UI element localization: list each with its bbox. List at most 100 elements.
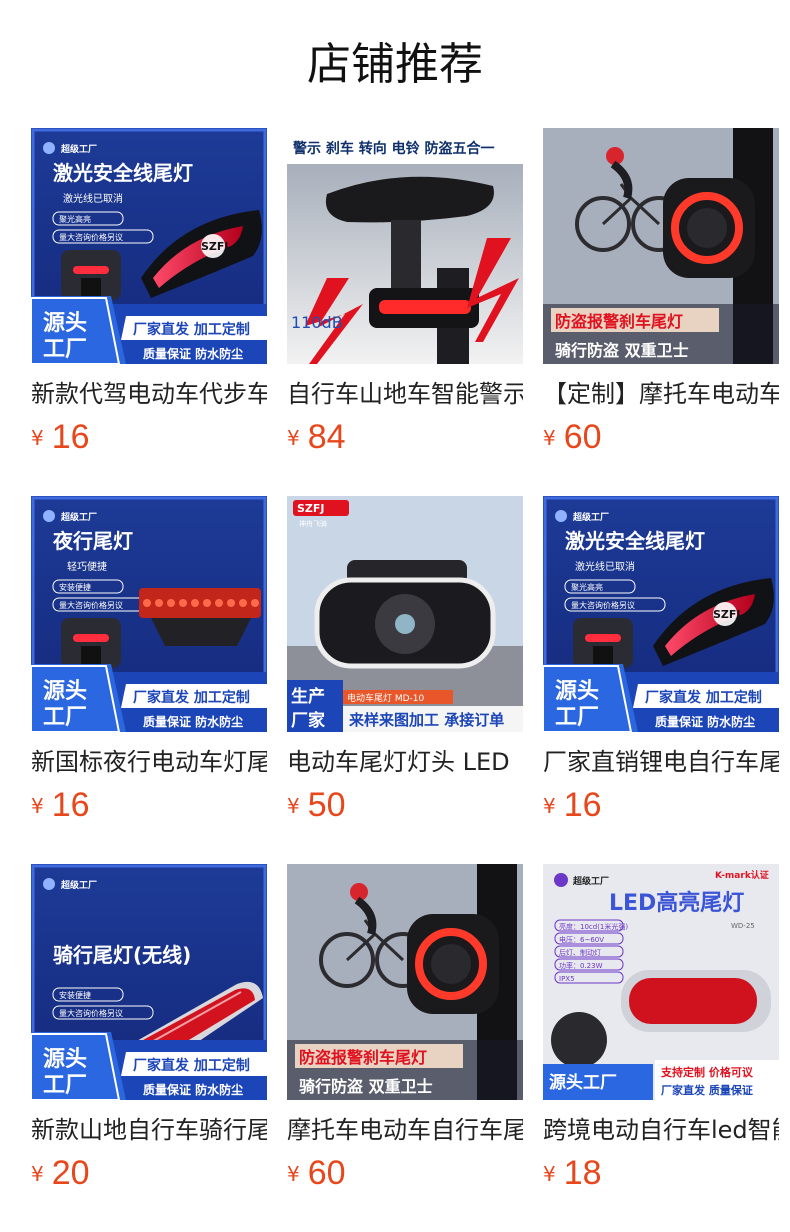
product-photo: 超级工厂骑行尾灯(无线) 安装便捷量大咨询价格另议源头工厂 厂家直发 加工定制质量保…	[31, 864, 267, 1100]
image-text: 工厂	[43, 337, 87, 362]
image-text: SZFJ	[201, 240, 229, 253]
image-text: 厂家直发 质量保证	[661, 1083, 753, 1097]
product-title[interactable]: 【定制】摩托车电动车尾灯	[543, 376, 779, 412]
price-amount: 60	[307, 1154, 346, 1192]
image-text: 防盗报警刹车尾灯	[299, 1048, 427, 1067]
product-image[interactable]: SZFJ 神舟飞骑 生产 厂家 电动车尾灯 MD-10 来样来图加工 承接订单	[287, 496, 523, 732]
image-text: 源头工厂	[549, 1072, 617, 1093]
image-text: 防盗报警刹车尾灯	[555, 312, 683, 331]
product-price: ¥20	[31, 1154, 90, 1194]
image-text: 厂家直发 加工定制	[133, 689, 250, 706]
image-text: 警示 刹车 转向 电铃 防盗五合一	[293, 140, 495, 157]
store-recommendations: 店铺推荐 超级工厂 激光安全线尾灯 激光线已取消 聚光高亮 量大咨询价格另议 SZFJ 源头…	[0, 0, 790, 1232]
image-text: 聚光高亮	[59, 214, 91, 224]
image-text: 质量保证 防水防尘	[143, 346, 243, 361]
product-image[interactable]: 警示 刹车 转向 电铃 防盗五合一 110dB	[287, 128, 523, 364]
image-text: 骑行防盗 双重卫士	[299, 1077, 433, 1096]
image-text: 质量保证 防水防尘	[655, 714, 755, 729]
image-text: 厂家	[291, 710, 325, 731]
image-text: 超级工厂	[60, 879, 97, 891]
image-text: 后灯、制动灯	[559, 948, 601, 957]
product-image[interactable]: 超级工厂 激光安全线尾灯 激光线已取消 聚光高亮 量大咨询价格另议 SZFJ 源头 工厂 厂家直…	[31, 128, 267, 364]
product-title[interactable]: 自行车山地车智能警示尾灯	[287, 376, 523, 412]
currency-symbol: ¥	[543, 425, 556, 450]
image-text: 超级工厂	[572, 511, 609, 523]
currency-symbol: ¥	[287, 425, 300, 450]
image-text: 激光安全线尾灯	[565, 529, 705, 553]
currency-symbol: ¥	[543, 793, 556, 818]
image-text: 安装便捷	[59, 990, 91, 1000]
product-card[interactable]: 防盗报警刹车尾灯骑行防盗 双重卫士【定制】摩托车电动车尾灯 ¥60	[543, 128, 779, 496]
product-image[interactable]: 超级工厂 骑行尾灯(无线) 安装便捷 量大咨询价格另议 源头 工厂 厂家直发 加工定制 质量保…	[31, 864, 267, 1100]
currency-symbol: ¥	[287, 1161, 300, 1186]
image-text: 聚光高亮	[571, 582, 603, 592]
image-text: 源头	[555, 679, 599, 704]
image-text: 骑行防盗 双重卫士	[555, 341, 689, 360]
image-text: 激光安全线尾灯	[53, 161, 193, 185]
product-image[interactable]: 超级工厂 激光安全线尾灯 激光线已取消 聚光高亮 量大咨询价格另议 SZFJ 源头 工厂 厂家直…	[543, 496, 779, 732]
product-title[interactable]: 新款代驾电动车代步车激光安全线尾灯	[31, 376, 267, 412]
image-text: WD-25	[731, 922, 755, 930]
product-price: ¥16	[31, 418, 90, 458]
product-image[interactable]: 防盗报警刹车尾灯 骑行防盗 双重卫士	[543, 128, 779, 364]
product-photo: SZFJ 神舟飞骑生产厂家 电动车尾灯 MD-10 来样来图加工 承接订单	[287, 496, 523, 732]
product-card[interactable]: 超级工厂 激光安全线尾灯 激光线已取消 聚光高亮 量大咨询价格另议 SZFJ 源头 工厂 厂家直…	[543, 496, 779, 864]
image-text: 电动车尾灯 MD-10	[347, 692, 425, 704]
product-title[interactable]: 厂家直销锂电自行车尾灯	[543, 744, 779, 780]
image-text: 量大咨询价格另议	[59, 600, 123, 610]
image-text: 超级工厂	[60, 143, 97, 155]
image-text: 工厂	[43, 1073, 87, 1098]
product-price: ¥16	[31, 786, 90, 826]
product-title[interactable]: 新国标夜行电动车灯尾灯	[31, 744, 267, 780]
product-card[interactable]: 超级工厂 激光安全线尾灯 激光线已取消 聚光高亮 量大咨询价格另议 SZFJ 源头 工厂 厂家直…	[31, 128, 267, 496]
image-text: 源头	[43, 1047, 87, 1072]
product-price: ¥60	[287, 1154, 346, 1194]
image-text: 生产	[291, 686, 325, 707]
product-card[interactable]: 超级工厂 夜行尾灯 轻巧便捷 安装便捷 量大咨询价格另议 源头 工厂 厂家直发 加工定制 质量保…	[31, 496, 267, 864]
image-text: 源头	[43, 679, 87, 704]
price-amount: 18	[563, 1154, 602, 1192]
image-text: 激光线已取消	[575, 560, 635, 573]
image-text: 量大咨询价格另议	[571, 600, 635, 610]
image-text: 工厂	[43, 705, 87, 730]
product-image[interactable]: 防盗报警刹车尾灯 骑行防盗 双重卫士	[287, 864, 523, 1100]
product-price: ¥84	[287, 418, 346, 458]
product-card[interactable]: 超级工厂 骑行尾灯(无线) 安装便捷 量大咨询价格另议 源头 工厂 厂家直发 加工定制 质量保…	[31, 864, 267, 1232]
product-title[interactable]: 摩托车电动车自行车尾灯	[287, 1112, 523, 1148]
product-photo: 防盗报警刹车尾灯骑行防盗 双重卫士	[287, 864, 523, 1100]
product-card[interactable]: 超级工厂 K-mark认证 LED高亮尾灯 WD-25 亮度：10cd(1米光强) 电压：…	[543, 864, 779, 1232]
product-image[interactable]: 超级工厂 K-mark认证 LED高亮尾灯 WD-25 亮度：10cd(1米光强) 电压：…	[543, 864, 779, 1100]
image-text: 量大咨询价格另议	[59, 1008, 123, 1018]
section-title: 店铺推荐	[307, 39, 483, 90]
image-text: 支持定制 价格可议	[660, 1065, 754, 1079]
product-photo: 防盗报警刹车尾灯骑行防盗 双重卫士	[543, 128, 779, 364]
image-text: 安装便捷	[59, 582, 91, 592]
product-price: ¥50	[287, 786, 346, 826]
image-text: 超级工厂	[572, 875, 609, 887]
image-text: 厂家直发 加工定制	[645, 689, 762, 706]
currency-symbol: ¥	[31, 793, 44, 818]
currency-symbol: ¥	[287, 793, 300, 818]
product-title[interactable]: 电动车尾灯灯头 LED	[287, 744, 523, 780]
product-image[interactable]: 超级工厂 夜行尾灯 轻巧便捷 安装便捷 量大咨询价格另议 源头 工厂 厂家直发 加工定制 质量保…	[31, 496, 267, 732]
product-price: ¥16	[543, 786, 602, 826]
image-text: LED高亮尾灯	[609, 890, 744, 916]
product-grid: 超级工厂 激光安全线尾灯 激光线已取消 聚光高亮 量大咨询价格另议 SZFJ 源头 工厂 厂家直…	[31, 128, 779, 1232]
product-card[interactable]: SZFJ 神舟飞骑 生产 厂家 电动车尾灯 MD-10 来样来图加工 承接订单 电动车尾灯灯…	[287, 496, 523, 864]
image-text: SZFJ	[713, 608, 741, 621]
product-photo: 超级工厂激光安全线尾灯激光线已取消聚光高亮量大咨询价格另议 SZFJ 源头工厂 厂家直…	[543, 496, 779, 732]
product-price: ¥18	[543, 1154, 602, 1194]
product-card[interactable]: 防盗报警刹车尾灯骑行防盗 双重卫士摩托车电动车自行车尾灯 ¥60	[287, 864, 523, 1232]
price-amount: 60	[563, 418, 602, 456]
image-text: 夜行尾灯	[52, 529, 133, 553]
product-title[interactable]: 跨境电动自行车led智能尾灯	[543, 1112, 779, 1148]
currency-symbol: ¥	[31, 1161, 44, 1186]
image-text: SZFJ	[297, 502, 325, 515]
image-text: K-mark认证	[715, 869, 769, 881]
product-photo: 超级工厂 K-mark认证 LED高亮尾灯 WD-25 亮度：10cd(1米光强) 电压：…	[543, 864, 779, 1100]
price-amount: 16	[51, 418, 90, 456]
product-card[interactable]: 警示 刹车 转向 电铃 防盗五合一 110dB 自行车山地车智能警示尾灯 ¥84	[287, 128, 523, 496]
product-title[interactable]: 新款山地自行车骑行尾灯	[31, 1112, 267, 1148]
image-text: 厂家直发 加工定制	[133, 1057, 250, 1074]
image-text: 质量保证 防水防尘	[143, 714, 243, 729]
